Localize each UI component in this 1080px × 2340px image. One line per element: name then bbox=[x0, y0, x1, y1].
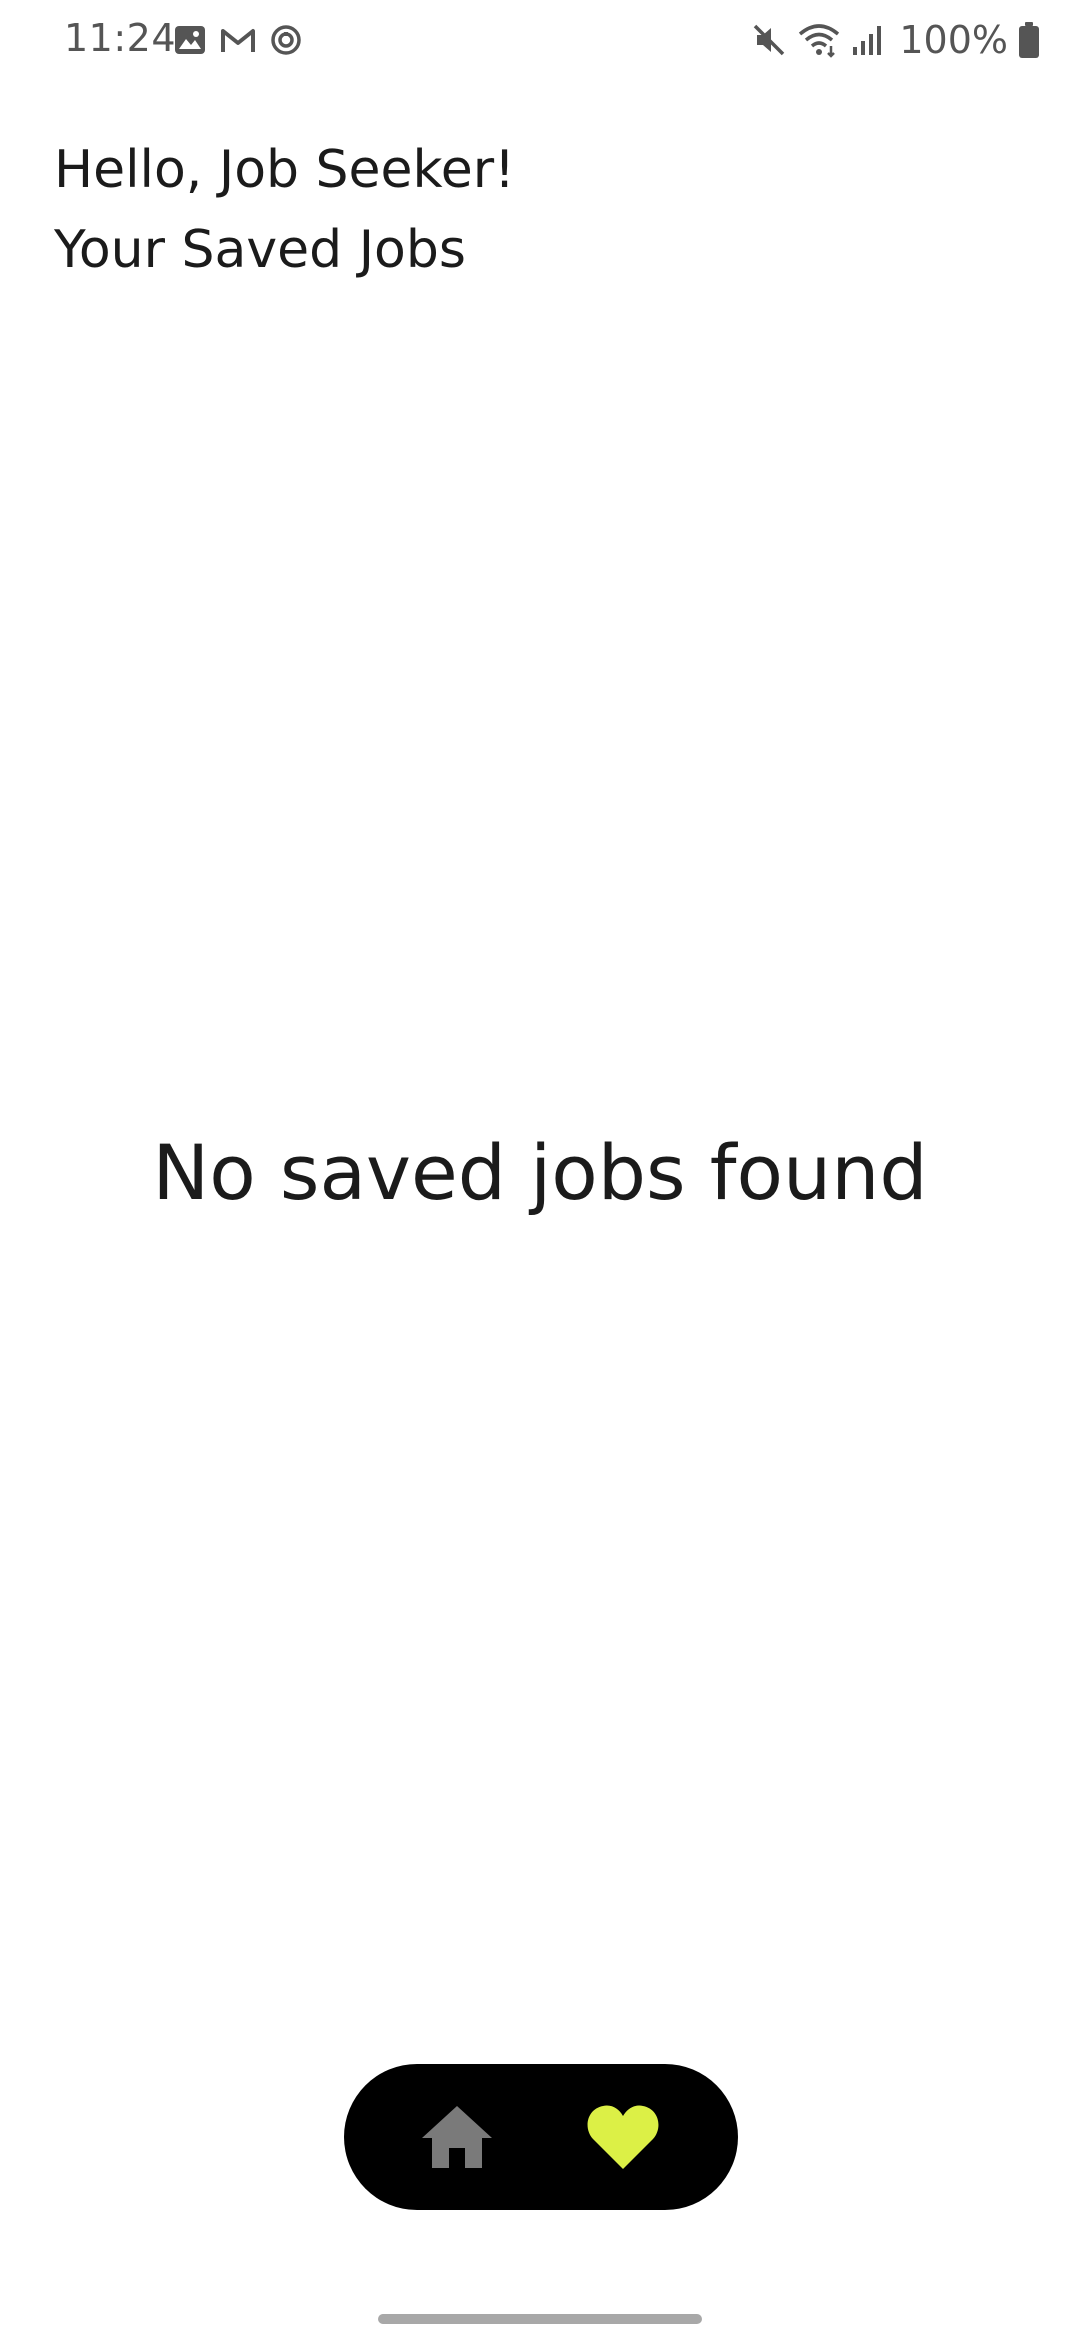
image-icon bbox=[174, 25, 206, 55]
status-time: 11:24 bbox=[64, 16, 177, 60]
wifi-icon bbox=[797, 22, 841, 58]
nav-saved-button[interactable] bbox=[550, 2064, 696, 2210]
sync-icon bbox=[270, 24, 302, 56]
signal-icon bbox=[851, 23, 885, 57]
nav-home-button[interactable] bbox=[384, 2064, 530, 2210]
bottom-navigation bbox=[344, 2064, 738, 2210]
notification-icons bbox=[174, 24, 302, 56]
status-bar: 11:24 100% bbox=[0, 0, 1080, 80]
battery-percentage: 100% bbox=[899, 18, 1008, 62]
greeting-text: Hello, Job Seeker! bbox=[54, 140, 516, 200]
heart-icon bbox=[585, 2103, 661, 2171]
page-title: Your Saved Jobs bbox=[54, 220, 466, 280]
home-icon bbox=[420, 2104, 494, 2170]
gmail-icon bbox=[220, 26, 256, 54]
saved-jobs-screen: 11:24 100% Hello, Job Seeker! Your Saved… bbox=[0, 0, 1080, 2340]
mute-icon bbox=[751, 22, 787, 58]
system-icons: 100% bbox=[751, 18, 1040, 62]
home-gesture-bar[interactable] bbox=[378, 2314, 702, 2324]
battery-icon bbox=[1018, 21, 1040, 59]
empty-state-message: No saved jobs found bbox=[152, 1128, 928, 1217]
